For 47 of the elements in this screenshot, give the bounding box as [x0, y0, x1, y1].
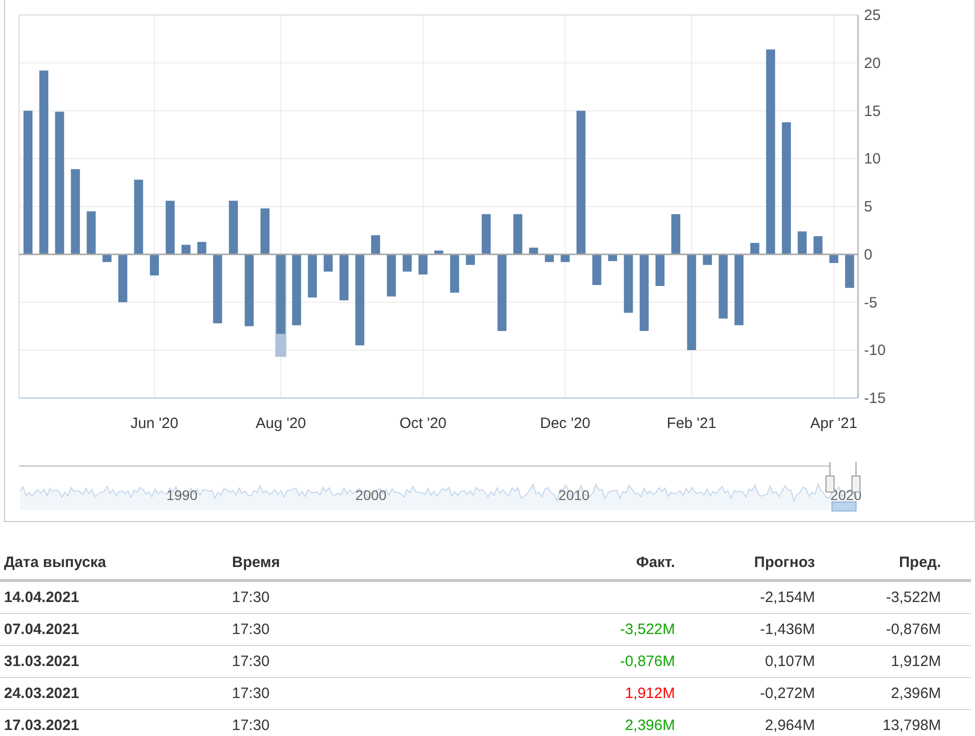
date-cell: 24.03.2021	[0, 678, 232, 710]
column-header[interactable]: Время	[232, 548, 532, 580]
navigator-year-label: 2000	[355, 487, 387, 503]
previous-cell: 13,798M	[815, 710, 971, 736]
date-cell: 17.03.2021	[0, 710, 232, 736]
navigator-year-label: 1990	[166, 487, 198, 503]
forecast-cell: -1,436M	[675, 614, 815, 646]
y-axis-label: 15	[864, 102, 881, 120]
actual-cell: -0,876M	[532, 646, 675, 678]
y-axis-label: 10	[864, 150, 881, 168]
actual-cell: 1,912M	[532, 678, 675, 710]
x-axis-label: Aug '20	[256, 415, 306, 432]
time-cell: 17:30	[232, 678, 532, 710]
previous-cell: -3,522M	[815, 580, 971, 614]
previous-cell: 2,396M	[815, 678, 971, 710]
actual-cell: -3,522M	[532, 614, 675, 646]
time-cell: 17:30	[232, 710, 532, 736]
column-header[interactable]: Прогноз	[675, 548, 815, 580]
time-cell: 17:30	[232, 614, 532, 646]
x-axis-label: Oct '20	[399, 415, 447, 432]
y-axis-label: -15	[864, 390, 886, 407]
column-header[interactable]: Дата выпуска	[0, 548, 232, 580]
date-cell: 14.04.2021	[0, 580, 232, 614]
column-header[interactable]: Пред.	[815, 548, 971, 580]
time-cell: 17:30	[232, 646, 532, 678]
y-axis-label: 25	[864, 7, 881, 24]
y-axis-label: 5	[864, 198, 872, 216]
previous-cell: 1,912M	[815, 646, 971, 678]
y-axis-label: -10	[864, 342, 886, 360]
y-axis-label: 20	[864, 54, 881, 72]
time-cell: 17:30	[232, 580, 532, 614]
previous-cell: -0,876M	[815, 614, 971, 646]
forecast-cell: 0,107M	[675, 646, 815, 678]
forecast-cell: 2,964M	[675, 710, 815, 736]
forecast-cell: -2,154M	[675, 580, 815, 614]
x-axis-label: Jun '20	[130, 415, 178, 432]
actual-cell: 2,396M	[532, 710, 675, 736]
date-cell: 07.04.2021	[0, 614, 232, 646]
column-header[interactable]: Факт.	[532, 548, 675, 580]
forecast-cell: -0,272M	[675, 678, 815, 710]
date-cell: 31.03.2021	[0, 646, 232, 678]
y-axis-label: 0	[864, 246, 872, 264]
navigator-year-label: 2010	[558, 487, 590, 503]
x-axis-label: Dec '20	[540, 415, 590, 432]
x-axis-label: Feb '21	[666, 415, 716, 432]
y-axis-label: -5	[864, 294, 878, 312]
x-axis-label: Apr '21	[810, 415, 858, 432]
